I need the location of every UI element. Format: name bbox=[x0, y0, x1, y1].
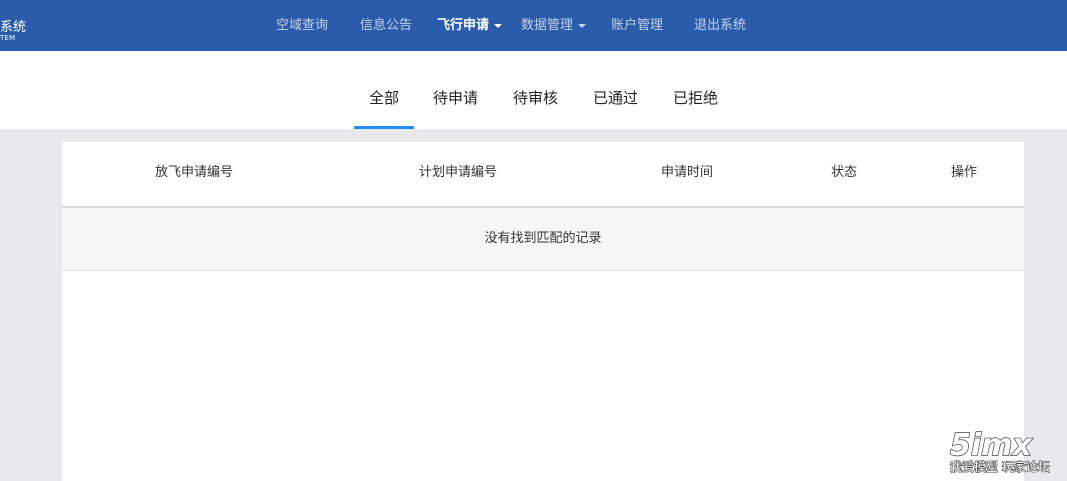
column-header-plan-application-no[interactable]: 计划申请编号 bbox=[380, 142, 536, 206]
watermark-slogan: 我爱模型 玩家论坛 bbox=[950, 459, 1050, 474]
empty-state-row: 没有找到匹配的记录 bbox=[62, 208, 1024, 271]
nav-item-label: 数据管理 bbox=[521, 18, 574, 33]
nav-item-label: 信息公告 bbox=[360, 18, 413, 33]
nav-item-label: 账户管理 bbox=[611, 18, 664, 33]
column-header-release-application-no[interactable]: 放飞申请编号 bbox=[116, 142, 272, 206]
tab-pending-application[interactable]: 待申请 bbox=[433, 51, 478, 129]
tab-pending-review[interactable]: 待审核 bbox=[513, 51, 558, 129]
nav-account-management[interactable]: 账户管理 bbox=[611, 0, 663, 51]
tab-all[interactable]: 全部 bbox=[369, 51, 399, 129]
nav-flight-application[interactable]: 飞行申请 bbox=[437, 0, 503, 51]
nav-announcements[interactable]: 信息公告 bbox=[360, 0, 412, 51]
forum-watermark-logo: 5imx 我爱模型 玩家论坛 bbox=[948, 425, 1060, 479]
chevron-down-icon bbox=[578, 23, 587, 28]
top-navbar: 系统 TEM 空域查询 信息公告 飞行申请 数据管理 账户管理 退出系统 bbox=[0, 0, 1067, 51]
brand-title: 系统 bbox=[0, 20, 27, 35]
column-header-actions[interactable]: 操作 bbox=[934, 142, 994, 206]
watermark-logo-text: 5imx bbox=[950, 428, 1033, 463]
brand-subtitle: TEM bbox=[0, 34, 16, 42]
nav-airspace-query[interactable]: 空域查询 bbox=[276, 0, 328, 51]
nav-item-label: 空域查询 bbox=[276, 18, 329, 33]
nav-item-label: 退出系统 bbox=[694, 18, 747, 33]
records-table: 放飞申请编号 计划申请编号 申请时间 状态 操作 没有找到匹配的记录 bbox=[62, 142, 1024, 481]
active-tab-indicator bbox=[354, 126, 414, 129]
nav-logout[interactable]: 退出系统 bbox=[694, 0, 746, 51]
watermark-logo-graphic: 5imx 我爱模型 玩家论坛 bbox=[949, 427, 1050, 474]
tab-approved[interactable]: 已通过 bbox=[593, 51, 638, 129]
nav-data-management[interactable]: 数据管理 bbox=[521, 0, 587, 51]
chevron-down-icon bbox=[494, 23, 503, 28]
column-header-status[interactable]: 状态 bbox=[814, 142, 874, 206]
column-header-application-time[interactable]: 申请时间 bbox=[637, 142, 737, 206]
status-tab-bar: 全部 待申请 待审核 已通过 已拒绝 bbox=[0, 51, 1067, 129]
tab-rejected[interactable]: 已拒绝 bbox=[673, 51, 718, 129]
nav-item-label: 飞行申请 bbox=[437, 18, 490, 33]
